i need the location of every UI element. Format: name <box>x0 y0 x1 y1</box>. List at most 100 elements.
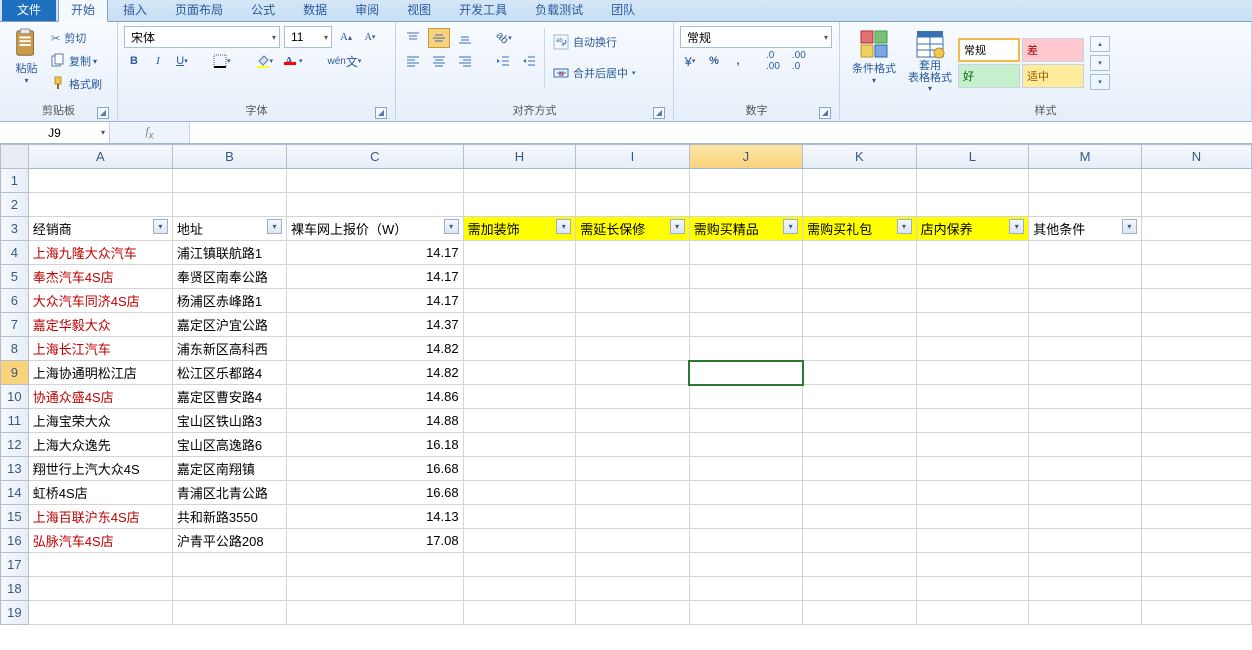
cell-L10[interactable] <box>916 385 1029 409</box>
cell-I3[interactable]: 需延长保修▾ <box>576 217 689 241</box>
row-header-13[interactable]: 13 <box>1 457 29 481</box>
cell-K17[interactable] <box>803 553 916 577</box>
tab-load-test[interactable]: 负载测试 <box>522 0 596 21</box>
style-bad[interactable]: 差 <box>1022 38 1084 62</box>
cell-H18[interactable] <box>463 577 576 601</box>
border-button[interactable]: ▾ <box>209 51 235 71</box>
cell-C9[interactable]: 14.82 <box>286 361 463 385</box>
cell-M13[interactable] <box>1029 457 1142 481</box>
cell-B8[interactable]: 浦东新区高科西 <box>172 337 286 361</box>
cell-K13[interactable] <box>803 457 916 481</box>
filter-icon[interactable]: ▾ <box>153 219 168 234</box>
decrease-font-button[interactable]: A▾ <box>360 27 380 47</box>
cell-C11[interactable]: 14.88 <box>286 409 463 433</box>
cell-H14[interactable] <box>463 481 576 505</box>
cell-N17[interactable] <box>1141 553 1251 577</box>
cell-A11[interactable]: 上海宝荣大众 <box>28 409 172 433</box>
cell-N1[interactable] <box>1141 169 1251 193</box>
cell-J11[interactable] <box>689 409 802 433</box>
cell-B3[interactable]: 地址▾ <box>172 217 286 241</box>
cell-K16[interactable] <box>803 529 916 553</box>
cell-L14[interactable] <box>916 481 1029 505</box>
row-header-8[interactable]: 8 <box>1 337 29 361</box>
cell-N6[interactable] <box>1141 289 1251 313</box>
cell-C15[interactable]: 14.13 <box>286 505 463 529</box>
cell-I1[interactable] <box>576 169 689 193</box>
cell-N11[interactable] <box>1141 409 1251 433</box>
cell-M3[interactable]: 其他条件▾ <box>1029 217 1142 241</box>
cell-H16[interactable] <box>463 529 576 553</box>
cell-J6[interactable] <box>689 289 802 313</box>
select-all[interactable] <box>1 145 29 169</box>
cell-B2[interactable] <box>172 193 286 217</box>
underline-button[interactable]: U▾ <box>172 51 192 71</box>
cell-B6[interactable]: 杨浦区赤峰路1 <box>172 289 286 313</box>
cell-H15[interactable] <box>463 505 576 529</box>
cell-I4[interactable] <box>576 241 689 265</box>
filter-icon[interactable]: ▾ <box>444 219 459 234</box>
cell-H8[interactable] <box>463 337 576 361</box>
cell-B4[interactable]: 浦江镇联航路1 <box>172 241 286 265</box>
tab-page-layout[interactable]: 页面布局 <box>162 0 236 21</box>
cell-M12[interactable] <box>1029 433 1142 457</box>
row-header-14[interactable]: 14 <box>1 481 29 505</box>
cell-J16[interactable] <box>689 529 802 553</box>
cell-L13[interactable] <box>916 457 1029 481</box>
cell-C17[interactable] <box>286 553 463 577</box>
cell-A4[interactable]: 上海九隆大众汽车 <box>28 241 172 265</box>
cell-J5[interactable] <box>689 265 802 289</box>
cell-N18[interactable] <box>1141 577 1251 601</box>
cell-M1[interactable] <box>1029 169 1142 193</box>
tab-file[interactable]: 文件 <box>2 0 56 21</box>
col-header-L[interactable]: L <box>916 145 1029 169</box>
col-header-M[interactable]: M <box>1029 145 1142 169</box>
cell-L7[interactable] <box>916 313 1029 337</box>
cell-A12[interactable]: 上海大众逸先 <box>28 433 172 457</box>
cell-M8[interactable] <box>1029 337 1142 361</box>
cell-C19[interactable] <box>286 601 463 625</box>
cell-B18[interactable] <box>172 577 286 601</box>
align-bottom-button[interactable] <box>454 28 476 48</box>
cell-J9[interactable] <box>689 361 802 385</box>
comma-button[interactable]: , <box>728 51 748 71</box>
cell-I2[interactable] <box>576 193 689 217</box>
wrap-text-button[interactable]: ab 自动换行 <box>549 28 659 56</box>
tab-view[interactable]: 视图 <box>394 0 444 21</box>
bold-button[interactable]: B <box>124 51 144 71</box>
cell-H13[interactable] <box>463 457 576 481</box>
col-header-H[interactable]: H <box>463 145 576 169</box>
filter-icon[interactable]: ▾ <box>897 219 912 234</box>
cell-B10[interactable]: 嘉定区曹安路4 <box>172 385 286 409</box>
italic-button[interactable]: I <box>148 51 168 71</box>
row-header-2[interactable]: 2 <box>1 193 29 217</box>
cell-H12[interactable] <box>463 433 576 457</box>
name-box[interactable]: ▾ <box>0 122 110 143</box>
row-header-10[interactable]: 10 <box>1 385 29 409</box>
cell-C7[interactable]: 14.37 <box>286 313 463 337</box>
cell-M14[interactable] <box>1029 481 1142 505</box>
cell-H2[interactable] <box>463 193 576 217</box>
cell-B14[interactable]: 青浦区北青公路 <box>172 481 286 505</box>
cell-L17[interactable] <box>916 553 1029 577</box>
cell-N13[interactable] <box>1141 457 1251 481</box>
tab-data[interactable]: 数据 <box>290 0 340 21</box>
cell-C13[interactable]: 16.68 <box>286 457 463 481</box>
format-painter-button[interactable]: 格式刷 <box>47 74 111 94</box>
cell-A13[interactable]: 翔世行上汽大众4S <box>28 457 172 481</box>
cell-B17[interactable] <box>172 553 286 577</box>
table-format-button[interactable]: 套用 表格格式▾ <box>902 26 958 100</box>
cell-K8[interactable] <box>803 337 916 361</box>
cell-J7[interactable] <box>689 313 802 337</box>
cell-I12[interactable] <box>576 433 689 457</box>
cell-H5[interactable] <box>463 265 576 289</box>
cell-K11[interactable] <box>803 409 916 433</box>
cell-H17[interactable] <box>463 553 576 577</box>
cell-L3[interactable]: 店内保养▾ <box>916 217 1029 241</box>
filter-icon[interactable]: ▾ <box>1122 219 1137 234</box>
cell-B5[interactable]: 奉贤区南奉公路 <box>172 265 286 289</box>
cell-I13[interactable] <box>576 457 689 481</box>
row-header-17[interactable]: 17 <box>1 553 29 577</box>
cell-L1[interactable] <box>916 169 1029 193</box>
cell-N14[interactable] <box>1141 481 1251 505</box>
merge-center-button[interactable]: a 合并后居中▾ <box>549 59 659 87</box>
